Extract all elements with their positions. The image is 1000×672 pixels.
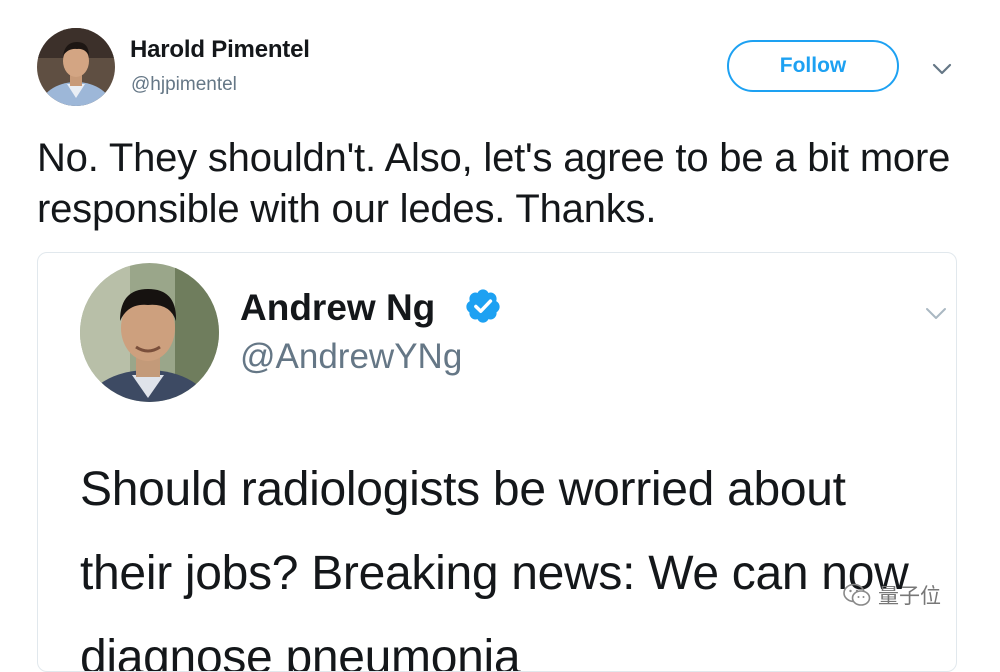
quoted-author-avatar[interactable]: [80, 263, 219, 402]
author-name[interactable]: Harold Pimentel: [130, 36, 310, 64]
author-avatar[interactable]: [37, 28, 115, 106]
follow-button[interactable]: Follow: [727, 40, 899, 92]
watermark-text: 量子位: [878, 584, 941, 608]
quoted-author-name[interactable]: Andrew Ng: [240, 287, 435, 329]
quoted-author-handle[interactable]: @AndrewYNg: [240, 337, 462, 377]
watermark: 量子位: [836, 576, 947, 614]
wechat-icon: [843, 583, 871, 606]
chevron-down-icon[interactable]: [922, 299, 950, 327]
chevron-down-icon[interactable]: [929, 56, 955, 82]
quoted-tweet-text: Should radiologists be worried about the…: [80, 463, 909, 672]
author-handle[interactable]: @hjpimentel: [131, 74, 237, 96]
tweet-text: No. They shouldn't. Also, let's agree to…: [37, 136, 951, 231]
quoted-tweet-card[interactable]: Andrew Ng @AndrewYNg Should radiologists…: [37, 252, 957, 672]
verified-badge-icon: [466, 289, 500, 323]
